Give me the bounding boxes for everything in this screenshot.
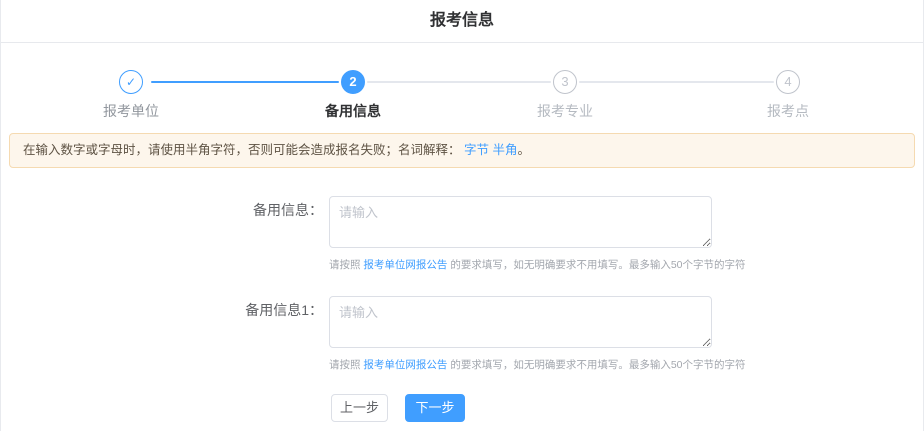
step-baokao-zhuanye: 3 报考专业 [505, 70, 625, 121]
backup-info-label: 备用信息： [253, 202, 323, 218]
page-header: 报考信息 [1, 0, 923, 43]
step-2-label: 备用信息 [325, 103, 381, 119]
next-step-button[interactable]: 下一步 [405, 394, 465, 422]
previous-step-button[interactable]: 上一步 [331, 394, 388, 422]
backup-info-textarea[interactable] [329, 196, 712, 248]
alert-text-end: 。 [517, 143, 531, 157]
backup-info-1-textarea[interactable] [329, 296, 712, 348]
unit-announcement-link[interactable]: 报考单位网报公告 [363, 359, 447, 371]
step-baokao-danwei: ✓ 报考单位 [71, 70, 191, 121]
page-title: 报考信息 [429, 12, 494, 29]
step-4-label: 报考点 [767, 103, 809, 119]
step-2-number: 2 [341, 70, 365, 94]
backup-info-help: 请按照 报考单位网报公告 的要求填写，如无明确要求不用填写。最多输入50个字节的… [329, 257, 746, 272]
step-1-label: 报考单位 [103, 103, 159, 119]
help-text-before: 请按照 [329, 259, 364, 271]
step-1-check-icon: ✓ [119, 70, 143, 94]
step-3-number: 3 [553, 70, 577, 94]
help-text-after: 的要求填写，如无明确要求不用填写。最多输入50个字节的字符 [447, 259, 746, 271]
registration-info-page: 报考信息 ✓ 报考单位 2 备用信息 3 报考专业 4 报考点 在输入数字或字母… [0, 0, 924, 431]
step-baokao-dian: 4 报考点 [728, 70, 848, 121]
byte-definition-link[interactable]: 字节 [464, 143, 489, 157]
halfwidth-definition-link[interactable]: 半角 [493, 143, 518, 157]
step-3-label: 报考专业 [537, 103, 593, 119]
help-text-before: 请按照 [329, 359, 364, 371]
backup-info-1-help: 请按照 报考单位网报公告 的要求填写，如无明确要求不用填写。最多输入50个字节的… [329, 357, 746, 372]
halfwidth-warning-alert: 在输入数字或字母时，请使用半角字符，否则可能会造成报名失败；名词解释： 字节 半… [9, 133, 915, 168]
unit-announcement-link[interactable]: 报考单位网报公告 [363, 259, 447, 271]
alert-text: 在输入数字或字母时，请使用半角字符，否则可能会造成报名失败；名词解释： [23, 143, 461, 157]
step-4-number: 4 [776, 70, 800, 94]
backup-info-1-label: 备用信息1： [245, 302, 323, 318]
help-text-after: 的要求填写，如无明确要求不用填写。最多输入50个字节的字符 [447, 359, 746, 371]
step-beiyong-xinxi: 2 备用信息 [293, 70, 413, 121]
